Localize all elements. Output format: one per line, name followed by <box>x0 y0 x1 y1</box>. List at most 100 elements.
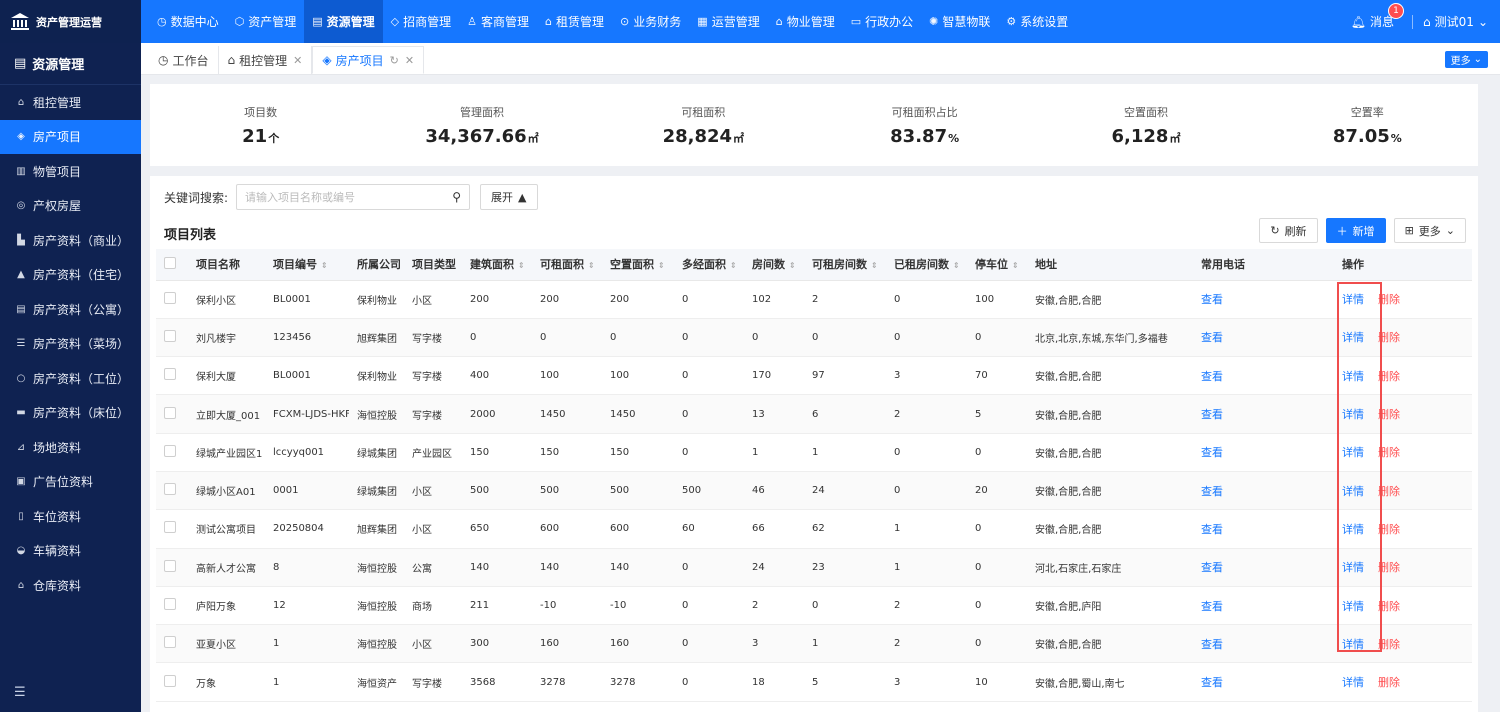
topnav-item-office[interactable]: ▭ 行政办公 <box>843 0 921 43</box>
table-row[interactable]: 绿城小区A01 0001 绿城集团 小区 500 500 500 500 46 24 0 20 安徽,合… <box>156 471 1472 511</box>
delete-link[interactable]: 删除 <box>1378 523 1400 536</box>
row-checkbox[interactable] <box>164 483 176 496</box>
row-checkbox[interactable] <box>164 368 176 381</box>
sort-icon[interactable]: ⇕ <box>730 261 737 270</box>
delete-link[interactable]: 删除 <box>1378 676 1400 689</box>
select-all-checkbox[interactable] <box>164 256 176 269</box>
delete-link[interactable]: 删除 <box>1378 600 1400 613</box>
delete-link[interactable]: 删除 <box>1378 485 1400 498</box>
view-phone-link[interactable]: 查看 <box>1201 600 1223 613</box>
user-menu[interactable]: ⌂ 测试01 ⌄ <box>1423 13 1488 30</box>
collapse-menu-icon[interactable]: ☰ <box>14 685 26 700</box>
sidebar-item-apartment[interactable]: ▤ 房产资料（公寓） <box>0 292 141 327</box>
column-header[interactable]: 已租房间数 ⇕ <box>886 249 967 281</box>
table-row[interactable]: 保利大厦 BL0001 保利物业 写字楼 400 100 100 0 170 97 3 70 安徽,合肥… <box>156 356 1472 396</box>
delete-link[interactable]: 删除 <box>1378 446 1400 459</box>
column-header[interactable]: 可租面积 ⇕ <box>532 249 602 281</box>
topnav-item-asset-management[interactable]: ⬡ 资产管理 <box>227 0 305 43</box>
sidebar-item-property-rights[interactable]: ◎ 产权房屋 <box>0 189 141 224</box>
tabs-more-button[interactable]: 更多 ⌄ <box>1444 51 1488 68</box>
search-input[interactable] <box>245 190 436 204</box>
detail-link[interactable]: 详情 <box>1342 523 1364 536</box>
detail-link[interactable]: 详情 <box>1342 408 1364 421</box>
column-header[interactable]: 建筑面积 ⇕ <box>462 249 532 281</box>
add-button[interactable]: ＋ 新增 <box>1325 218 1386 243</box>
table-row[interactable]: 立即大厦_001 FCXM-LJDS-HKF 海恒控股 写字楼 2000 1450 1450… <box>156 394 1472 434</box>
topnav-item-iot[interactable]: ✺ 智慧物联 <box>921 0 998 43</box>
detail-link[interactable]: 详情 <box>1342 446 1364 459</box>
sidebar-item-vehicles[interactable]: ◒ 车辆资料 <box>0 534 141 569</box>
view-phone-link[interactable]: 查看 <box>1201 370 1223 383</box>
refresh-button[interactable]: ↻ 刷新 <box>1259 218 1318 243</box>
sort-icon[interactable]: ⇕ <box>321 261 328 270</box>
topnav-item-property[interactable]: ⌂ 物业管理 <box>768 0 843 43</box>
sidebar-item-residential[interactable]: ▲ 房产资料（住宅） <box>0 258 141 293</box>
column-header[interactable]: 项目编号 ⇕ <box>265 249 349 281</box>
table-row[interactable]: 绿城产业园区1 lccyyq001 绿城集团 产业园区 150 150 150 0 1 1 0 0 安徽… <box>156 433 1472 472</box>
detail-link[interactable]: 详情 <box>1342 370 1364 383</box>
row-checkbox[interactable] <box>164 406 176 419</box>
delete-link[interactable]: 删除 <box>1378 293 1400 306</box>
view-phone-link[interactable]: 查看 <box>1201 485 1223 498</box>
row-checkbox[interactable] <box>164 329 176 342</box>
tab-rental-control[interactable]: ⌂ 租控管理 ✕ <box>219 46 313 74</box>
sidebar-item-commercial[interactable]: ▙ 房产资料（商业） <box>0 223 141 258</box>
delete-link[interactable]: 删除 <box>1378 331 1400 344</box>
sidebar-item-advertising[interactable]: ▣ 广告位资料 <box>0 465 141 500</box>
detail-link[interactable]: 详情 <box>1342 485 1364 498</box>
topnav-item-leasing[interactable]: ⌂ 租赁管理 <box>537 0 612 43</box>
sort-icon[interactable]: ⇕ <box>953 261 960 270</box>
sort-icon[interactable]: ⇕ <box>588 261 595 270</box>
view-phone-link[interactable]: 查看 <box>1201 638 1223 651</box>
sidebar-item-property-projects[interactable]: ◈ 房产项目 <box>0 119 141 154</box>
detail-link[interactable]: 详情 <box>1342 600 1364 613</box>
tab-property-projects[interactable]: ◈ 房产项目 ↻ ✕ <box>312 46 425 74</box>
row-checkbox[interactable] <box>164 598 176 611</box>
topnav-item-data-center[interactable]: ◷ 数据中心 <box>149 0 227 43</box>
topnav-item-operations[interactable]: ▦ 运营管理 <box>689 0 767 43</box>
topnav-item-investment[interactable]: ◇ 招商管理 <box>383 0 459 43</box>
sort-icon[interactable]: ⇕ <box>871 261 878 270</box>
row-checkbox[interactable] <box>164 674 176 687</box>
table-row[interactable]: 万象 1 海恒资产 写字楼 3568 3278 3278 0 18 5 3 10 安徽,合肥,蜀山,南七… <box>156 662 1472 702</box>
view-phone-link[interactable]: 查看 <box>1201 446 1223 459</box>
view-phone-link[interactable]: 查看 <box>1201 676 1223 689</box>
sidebar-item-parking[interactable]: ▯ 车位资料 <box>0 499 141 534</box>
sort-icon[interactable]: ⇕ <box>518 261 525 270</box>
sort-icon[interactable]: ⇕ <box>1012 261 1019 270</box>
table-row[interactable]: 庐阳万象 12 海恒控股 商场 211 -10 -10 0 2 0 2 0 安徽,合肥,庐阳 查看 详情 删除 <box>156 586 1472 626</box>
sidebar-item-bed[interactable]: ▬ 房产资料（床位） <box>0 396 141 431</box>
delete-link[interactable]: 删除 <box>1378 370 1400 383</box>
view-phone-link[interactable]: 查看 <box>1201 293 1223 306</box>
table-row[interactable]: 刘凡楼宇 123456 旭辉集团 写字楼 0 0 0 0 0 0 0 0 北京,北京,东城,东华门,多福… <box>156 318 1472 358</box>
row-checkbox[interactable] <box>164 636 176 649</box>
view-phone-link[interactable]: 查看 <box>1201 408 1223 421</box>
delete-link[interactable]: 删除 <box>1378 561 1400 574</box>
detail-link[interactable]: 详情 <box>1342 676 1364 689</box>
detail-link[interactable]: 详情 <box>1342 293 1364 306</box>
column-header[interactable]: 空置面积 ⇕ <box>602 249 674 281</box>
table-row[interactable]: 高新人才公寓 8 海恒控股 公寓 140 140 140 0 24 23 1 0 河北,石家庄,石家庄查… <box>156 548 1472 587</box>
column-header[interactable]: 多经面积 ⇕ <box>674 249 744 281</box>
column-header[interactable]: 停车位 ⇕ <box>967 249 1027 281</box>
sidebar-item-market[interactable]: ☰ 房产资料（菜场） <box>0 327 141 362</box>
close-icon[interactable]: ✕ <box>405 54 414 67</box>
row-checkbox[interactable] <box>164 444 176 457</box>
row-checkbox[interactable] <box>164 559 176 572</box>
sidebar-item-managed-projects[interactable]: ▥ 物管项目 <box>0 154 141 189</box>
table-row[interactable]: 保利小区 BL0001 保利物业 小区 200 200 200 0 102 2 0 100 安徽,合肥,… <box>156 280 1472 319</box>
topnav-item-customers[interactable]: ♙ 客商管理 <box>459 0 537 43</box>
sort-icon[interactable]: ⇕ <box>658 261 665 270</box>
view-phone-link[interactable]: 查看 <box>1201 331 1223 344</box>
sidebar-item-venue[interactable]: ⊿ 场地资料 <box>0 430 141 465</box>
sort-icon[interactable]: ⇕ <box>789 261 796 270</box>
sidebar-item-rental-control[interactable]: ⌂ 租控管理 <box>0 85 141 120</box>
refresh-icon[interactable]: ↻ <box>390 54 399 67</box>
topnav-item-settings[interactable]: ⚙ 系统设置 <box>998 0 1076 43</box>
row-checkbox[interactable] <box>164 291 176 304</box>
topnav-item-finance[interactable]: ⊙ 业务财务 <box>612 0 689 43</box>
sidebar-item-warehouse[interactable]: ⌂ 仓库资料 <box>0 568 141 603</box>
column-header[interactable]: 可租房间数 ⇕ <box>804 249 886 281</box>
table-row[interactable]: 测试公寓项目 20250804 旭辉集团 小区 650 600 600 60 66 62 1 0 安徽,… <box>156 509 1472 549</box>
expand-button[interactable]: 展开 ▲ <box>480 184 538 210</box>
